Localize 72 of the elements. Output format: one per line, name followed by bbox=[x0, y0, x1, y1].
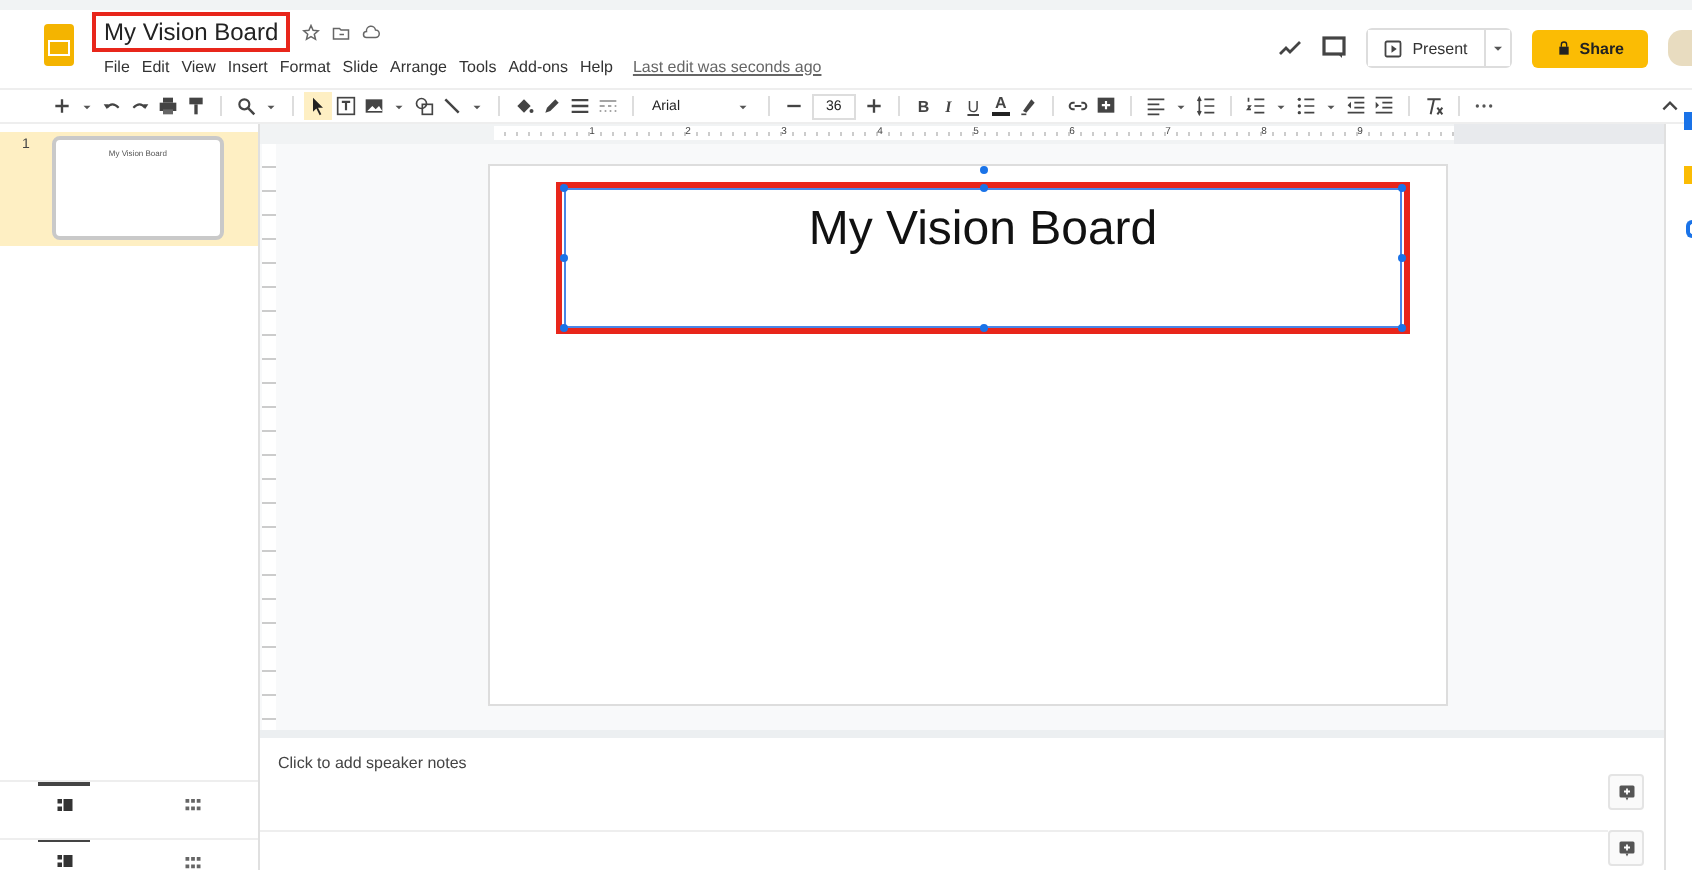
menu-item[interactable]: Edit bbox=[141, 57, 170, 75]
bulleted-list-icon[interactable] bbox=[1296, 96, 1317, 116]
resize-handle[interactable] bbox=[560, 324, 568, 332]
grid-view-icon[interactable] bbox=[184, 854, 203, 870]
last-edit-link[interactable]: Last edit was seconds ago bbox=[632, 57, 822, 75]
add-note-button[interactable] bbox=[1608, 830, 1644, 866]
collapse-icon[interactable] bbox=[1660, 96, 1680, 116]
zoom-icon[interactable] bbox=[236, 96, 256, 116]
document-title[interactable]: My Vision Board bbox=[92, 12, 291, 52]
present-button[interactable]: Present bbox=[1368, 30, 1486, 66]
app-icon[interactable] bbox=[1686, 220, 1692, 238]
bold-button[interactable]: B bbox=[913, 97, 934, 115]
highlighter-icon[interactable] bbox=[1018, 96, 1039, 116]
numbered-list-icon[interactable] bbox=[1246, 96, 1267, 116]
shapes-icon[interactable] bbox=[414, 96, 434, 116]
text-color-button[interactable]: A bbox=[991, 96, 1011, 116]
note-icon bbox=[1617, 783, 1635, 801]
line-weight-icon[interactable] bbox=[570, 96, 590, 116]
new-slide-icon[interactable] bbox=[52, 96, 72, 116]
menu-item[interactable]: Help bbox=[580, 57, 613, 75]
speaker-notes-field[interactable]: Click to add speaker notes bbox=[260, 738, 1608, 832]
add-comment-icon[interactable] bbox=[1096, 96, 1117, 116]
menu-item[interactable]: File bbox=[104, 57, 130, 75]
resize-handle[interactable] bbox=[979, 324, 987, 332]
activity-icon[interactable] bbox=[1278, 36, 1303, 60]
fill-bucket-icon[interactable] bbox=[514, 96, 534, 116]
paint-roller-icon[interactable] bbox=[186, 96, 206, 116]
star-icon[interactable] bbox=[302, 23, 321, 41]
active-view-indicator bbox=[38, 782, 91, 786]
increase-size-icon[interactable] bbox=[863, 96, 884, 116]
link-icon[interactable] bbox=[1068, 96, 1089, 116]
share-button[interactable]: Share bbox=[1531, 29, 1648, 67]
resize-handle[interactable] bbox=[1398, 254, 1406, 262]
resize-handle[interactable] bbox=[560, 184, 568, 192]
active-view-indicator bbox=[38, 840, 91, 842]
line-spacing-icon[interactable] bbox=[1196, 96, 1217, 116]
comments-icon[interactable] bbox=[1322, 36, 1347, 60]
menu-item[interactable]: Insert bbox=[227, 57, 268, 75]
folder-icon[interactable] bbox=[332, 23, 351, 41]
italic-button[interactable]: I bbox=[941, 97, 956, 115]
menu-item[interactable]: Format bbox=[279, 57, 331, 75]
cursor-icon[interactable] bbox=[308, 96, 328, 116]
resize-handle[interactable] bbox=[560, 254, 568, 262]
grid-view-icon[interactable] bbox=[184, 796, 203, 814]
add-note-button[interactable] bbox=[1608, 774, 1644, 810]
pen-icon[interactable] bbox=[542, 96, 562, 116]
filmstrip-view-icon[interactable] bbox=[55, 796, 74, 814]
print-icon[interactable] bbox=[158, 96, 178, 116]
note-icon bbox=[1617, 839, 1635, 857]
clear-formatting-icon[interactable] bbox=[1424, 96, 1445, 116]
line-icon[interactable] bbox=[442, 96, 462, 116]
lock-icon bbox=[1555, 40, 1572, 56]
decrease-indent-icon[interactable] bbox=[1346, 96, 1367, 116]
underline-button[interactable]: U bbox=[963, 97, 983, 115]
menu-item[interactable]: Add-ons bbox=[508, 57, 568, 75]
image-icon[interactable] bbox=[364, 96, 384, 116]
present-button-group[interactable]: Present bbox=[1366, 28, 1512, 68]
filmstrip-view-icon[interactable] bbox=[55, 852, 74, 870]
cloud-icon[interactable] bbox=[362, 23, 381, 41]
text-box-icon[interactable] bbox=[336, 96, 356, 116]
speaker-notes-panel[interactable]: Click to add speaker notes bbox=[260, 730, 1664, 870]
menu-item[interactable]: Slide bbox=[342, 57, 379, 75]
align-icon[interactable] bbox=[1146, 96, 1167, 116]
resize-handle[interactable] bbox=[979, 184, 987, 192]
resize-handle[interactable] bbox=[1398, 324, 1406, 332]
present-icon bbox=[1384, 39, 1403, 57]
menu-item[interactable]: Tools bbox=[459, 57, 497, 75]
menu-item[interactable]: View bbox=[181, 57, 216, 75]
menu-item[interactable]: Arrange bbox=[390, 57, 448, 75]
increase-indent-icon[interactable] bbox=[1374, 96, 1395, 116]
resize-handle[interactable] bbox=[1398, 184, 1406, 192]
resize-handle[interactable] bbox=[979, 166, 987, 174]
